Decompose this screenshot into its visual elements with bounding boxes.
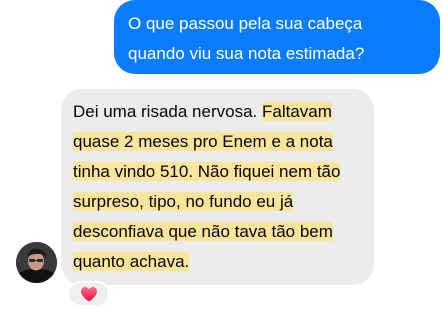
highlighted-text: quase 2 meses pro Enem e a nota [73,132,333,151]
incoming-message-bubble[interactable]: Dei uma risada nervosa. Faltavam quase 2… [61,89,374,285]
highlighted-text: tinha vindo 510. Não fiquei nem tão [73,162,341,181]
highlighted-text: quanto achava. [73,252,190,271]
highlighted-text: surpreso, tipo, no fundo eu já [73,192,294,211]
chat-thread: O que passou pela sua cabeça quando viu … [0,0,444,310]
user-avatar-photo [16,242,57,283]
highlighted-text: desconfiava que não tava tão bem [73,222,333,241]
message-text-line: quanto achava. [73,247,362,277]
message-text-line: Dei uma risada nervosa. Faltavam [73,97,362,127]
highlighted-text: Faltavam [261,102,332,121]
message-text-line: quase 2 meses pro Enem e a nota [73,127,362,157]
message-text-plain: Dei uma risada nervosa. [73,102,262,121]
message-text-line: desconfiava que não tava tão bem [73,217,362,247]
outgoing-message-bubble[interactable]: O que passou pela sua cabeça quando viu … [114,0,440,74]
reaction-badge[interactable] [67,281,110,307]
message-text-line: surpreso, tipo, no fundo eu já [73,187,362,217]
message-text-line: O que passou pela sua cabeça [128,14,363,33]
heart-icon [80,287,97,302]
avatar[interactable] [16,242,57,283]
message-text-line: tinha vindo 510. Não fiquei nem tão [73,157,362,187]
message-text-line: quando viu sua nota estimada? [128,44,365,63]
